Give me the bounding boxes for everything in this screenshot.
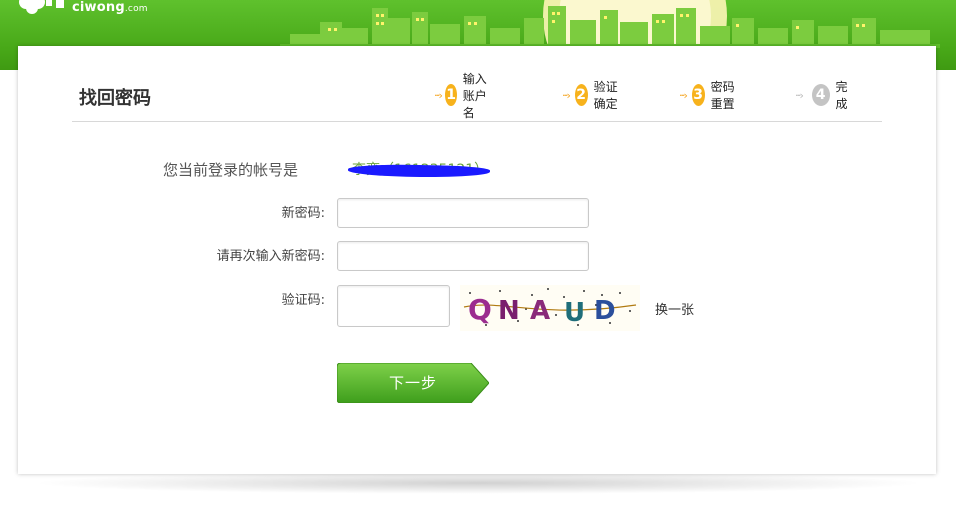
next-step-label: 下一步 xyxy=(388,374,437,392)
step-verify: ···› 2 验证确定 xyxy=(562,80,622,111)
next-step-button[interactable]: 下一步 xyxy=(336,362,490,404)
card-shadow xyxy=(30,472,926,494)
step-arrow-icon: ···› xyxy=(434,88,443,102)
step-number: 1 xyxy=(445,84,457,106)
step-reset-password: ···› 3 密码重置 xyxy=(679,80,739,111)
password-reset-panel: 找回密码 ···› 1 输入账户名 ···› 2 验证确定 ···› 3 密码重… xyxy=(18,46,936,474)
step-number: 3 xyxy=(691,84,705,106)
site-logo[interactable]: ciwong.com xyxy=(14,0,148,20)
step-label: 完成 xyxy=(835,80,848,111)
step-arrow-icon: ···› xyxy=(562,88,571,102)
step-arrow-icon: ···› xyxy=(795,88,804,102)
svg-text:Q: Q xyxy=(468,293,492,326)
account-label: 您当前登录的帐号是 xyxy=(163,161,299,179)
svg-text:A: A xyxy=(530,296,550,326)
clover-icon xyxy=(19,0,64,14)
captcha-image[interactable]: Q N A U D xyxy=(460,285,640,331)
svg-text:N: N xyxy=(498,296,520,326)
svg-text:U: U xyxy=(564,298,585,328)
confirm-password-input[interactable] xyxy=(337,241,589,271)
new-password-label: 新密码: xyxy=(281,206,325,221)
captcha-input[interactable] xyxy=(337,285,450,327)
svg-text:D: D xyxy=(594,296,616,326)
new-password-input[interactable] xyxy=(337,198,589,228)
step-label: 验证确定 xyxy=(593,80,618,111)
title-divider xyxy=(72,121,882,122)
captcha-graphic: Q N A U D xyxy=(460,285,640,331)
page-title: 找回密码 xyxy=(79,88,151,109)
confirm-password-label: 请再次输入新密码: xyxy=(216,249,325,264)
step-number: 4 xyxy=(811,84,830,106)
step-label: 密码重置 xyxy=(710,80,735,111)
captcha-label: 验证码: xyxy=(281,293,325,308)
step-complete: ···› 4 完成 xyxy=(795,80,855,111)
step-label: 输入账户名 xyxy=(462,71,487,120)
refresh-captcha-link[interactable]: 换一张 xyxy=(655,299,694,318)
step-number: 2 xyxy=(574,84,588,106)
city-skyline-illustration xyxy=(280,0,940,48)
step-arrow-icon: ···› xyxy=(679,88,688,102)
step-enter-account: ···› 1 输入账户名 xyxy=(434,72,494,120)
account-value: 李奕（161235121） xyxy=(347,156,502,182)
logo-text: ciwong.com xyxy=(72,0,148,15)
